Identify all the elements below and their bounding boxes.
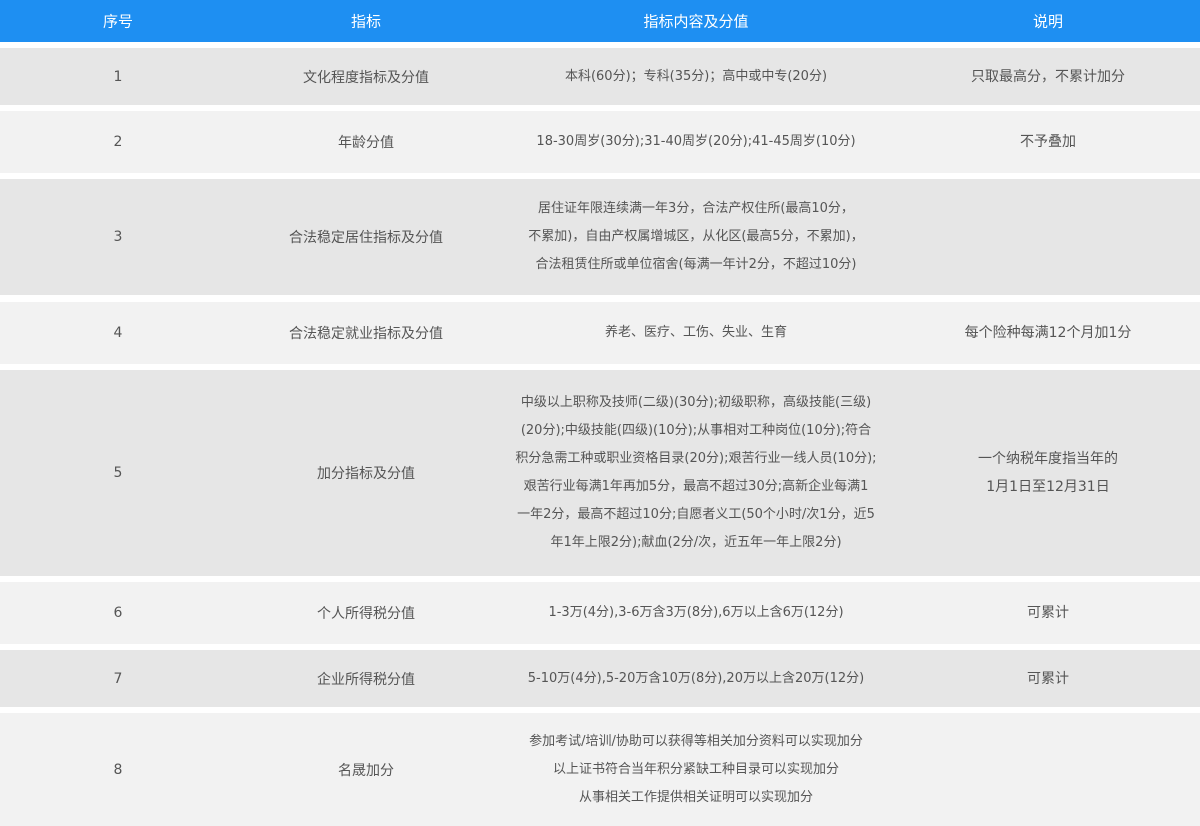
header-content: 指标内容及分值 — [643, 12, 749, 31]
row-serial: 5 — [113, 465, 123, 481]
content-line: 1-3万(4分),3-6万含3万(8分),6万以上含6万(12分) — [548, 605, 844, 620]
row-content: 养老、医疗、工伤、失业、生育 — [496, 319, 896, 347]
table-row: 3 合法稳定居住指标及分值 居住证年限连续满一年3分，合法产权住所(最高10分，… — [0, 179, 1200, 295]
note-line: 只取最高分，不累计加分 — [971, 68, 1125, 85]
row-serial: 1 — [113, 68, 123, 85]
content-line: 不累加)，自由产权属增城区，从化区(最高5分，不累加)， — [528, 229, 864, 244]
content-line: 中级以上职称及技师(二级)(30分);初级职称，高级技能(三级) — [520, 395, 872, 410]
row-indicator: 年龄分值 — [338, 135, 394, 151]
row-note: 只取最高分，不累计加分 — [896, 63, 1200, 91]
row-indicator: 企业所得税分值 — [317, 671, 415, 688]
content-line: 18-30周岁(30分);31-40周岁(20分);41-45周岁(10分) — [536, 134, 856, 149]
row-indicator: 文化程度指标及分值 — [303, 69, 429, 86]
table-row: 4 合法稳定就业指标及分值 养老、医疗、工伤、失业、生育 每个险种每满12个月加… — [0, 302, 1200, 364]
row-serial: 8 — [113, 761, 123, 778]
content-line: 年1年上限2分);献血(2分/次，近五年一年上限2分) — [550, 535, 842, 550]
header-serial: 序号 — [102, 12, 133, 31]
row-content: 参加考试/培训/协助可以获得等相关加分资料可以实现加分 以上证书符合当年积分紧缺… — [496, 728, 896, 812]
content-line: 养老、医疗、工伤、失业、生育 — [604, 325, 787, 340]
row-note: 可累计 — [896, 665, 1200, 693]
note-line: 可累计 — [1027, 670, 1069, 687]
row-indicator: 名晟加分 — [338, 762, 394, 779]
row-indicator: 加分指标及分值 — [317, 466, 415, 482]
table-row: 8 名晟加分 参加考试/培训/协助可以获得等相关加分资料可以实现加分 以上证书符… — [0, 713, 1200, 826]
content-line: 合法租赁住所或单位宿舍(每满一年计2分，不超过10分) — [535, 257, 857, 272]
note-line: 1月1日至12月31日 — [986, 479, 1110, 495]
row-content: 居住证年限连续满一年3分，合法产权住所(最高10分， 不累加)，自由产权属增城区… — [496, 195, 896, 279]
content-line: 艰苦行业每满1年再加5分，最高不超过30分;高新企业每满1 — [523, 479, 869, 494]
row-serial: 2 — [113, 134, 123, 150]
row-content: 本科(60分)；专科(35分)；高中或中专(20分) — [496, 63, 896, 91]
content-line: (20分);中级技能(四级)(10分);从事相对工种岗位(10分);符合 — [520, 423, 872, 438]
note-line: 可累计 — [1027, 605, 1069, 621]
row-note: 可累计 — [896, 599, 1200, 627]
content-line: 以上证书符合当年积分紧缺工种目录可以实现加分 — [552, 761, 839, 777]
row-content: 18-30周岁(30分);31-40周岁(20分);41-45周岁(10分) — [496, 128, 896, 156]
content-line: 本科(60分)；专科(35分)；高中或中专(20分) — [564, 68, 828, 84]
row-indicator: 合法稳定居住指标及分值 — [289, 230, 443, 246]
row-serial: 6 — [113, 605, 123, 621]
row-content: 中级以上职称及技师(二级)(30分);初级职称，高级技能(三级) (20分);中… — [496, 389, 896, 557]
row-indicator: 个人所得税分值 — [317, 606, 415, 622]
table-row: 6 个人所得税分值 1-3万(4分),3-6万含3万(8分),6万以上含6万(1… — [0, 582, 1200, 644]
content-line: 一年2分，最高不超过10分;自愿者义工(50个小时/次1分，近5 — [517, 507, 875, 522]
content-line: 积分急需工种或职业资格目录(20分);艰苦行业一线人员(10分); — [515, 451, 877, 466]
content-line: 居住证年限连续满一年3分，合法产权住所(最高10分， — [538, 201, 854, 216]
row-serial: 7 — [113, 670, 123, 687]
note-line: 每个险种每满12个月加1分 — [964, 325, 1132, 341]
header-indicator: 指标 — [350, 12, 381, 31]
row-content: 5-10万(4分),5-20万含10万(8分),20万以上含20万(12分) — [496, 665, 896, 693]
table-header: 序号 指标 指标内容及分值 说明 — [0, 0, 1200, 42]
points-table: 序号 指标 指标内容及分值 说明 1 文化程度指标及分值 本科(60分)；专科(… — [0, 0, 1200, 826]
table-row: 2 年龄分值 18-30周岁(30分);31-40周岁(20分);41-45周岁… — [0, 111, 1200, 173]
content-line: 5-10万(4分),5-20万含10万(8分),20万以上含20万(12分) — [527, 670, 865, 686]
row-serial: 4 — [113, 325, 123, 341]
table-row: 1 文化程度指标及分值 本科(60分)；专科(35分)；高中或中专(20分) 只… — [0, 48, 1200, 105]
row-note: 不予叠加 — [896, 128, 1200, 156]
header-note: 说明 — [1032, 12, 1063, 31]
row-content: 1-3万(4分),3-6万含3万(8分),6万以上含6万(12分) — [496, 599, 896, 627]
content-line: 从事相关工作提供相关证明可以实现加分 — [578, 789, 813, 805]
note-line: 不予叠加 — [1020, 134, 1076, 150]
note-line: 一个纳税年度指当年的 — [978, 451, 1118, 467]
row-note: 每个险种每满12个月加1分 — [896, 319, 1200, 347]
content-line: 参加考试/培训/协助可以获得等相关加分资料可以实现加分 — [529, 733, 863, 749]
row-indicator: 合法稳定就业指标及分值 — [289, 326, 443, 342]
row-serial: 3 — [113, 229, 123, 245]
table-row: 5 加分指标及分值 中级以上职称及技师(二级)(30分);初级职称，高级技能(三… — [0, 370, 1200, 576]
table-row: 7 企业所得税分值 5-10万(4分),5-20万含10万(8分),20万以上含… — [0, 650, 1200, 707]
row-note: 一个纳税年度指当年的 1月1日至12月31日 — [896, 445, 1200, 501]
